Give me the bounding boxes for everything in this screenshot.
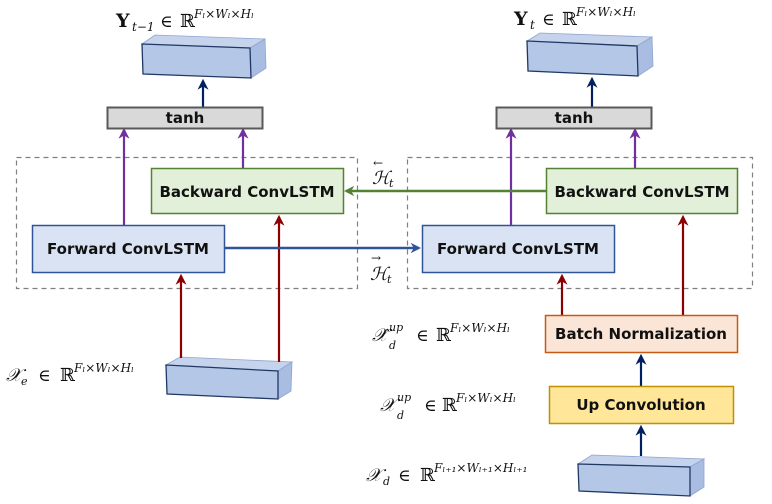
svg-text:∈: ∈: [424, 396, 437, 416]
tanh-left: tanh: [106, 106, 264, 130]
batch-normalization: Batch Normalization: [544, 314, 739, 354]
forward-convlstm-left: Forward ConvLSTM: [31, 224, 226, 274]
svg-text:Y: Y: [513, 8, 528, 30]
svg-text:→: →: [371, 251, 381, 265]
svg-text:d: d: [389, 339, 396, 352]
svg-text:Fₗ×Wₗ×Hₗ: Fₗ×Wₗ×Hₗ: [455, 391, 516, 405]
backward-convlstm-right: Backward ConvLSTM: [545, 167, 739, 215]
svg-text:Fₗ×Wₗ×Hₗ: Fₗ×Wₗ×Hₗ: [73, 361, 134, 375]
svg-text:Fₗ×Wₗ×Hₗ: Fₗ×Wₗ×Hₗ: [193, 7, 254, 21]
label-h-backward: ← ℋ t: [372, 156, 394, 190]
svg-text:d: d: [397, 409, 404, 422]
backward-convlstm-right-label: Backward ConvLSTM: [554, 183, 729, 201]
tensor-y-curr: [525, 32, 654, 77]
svg-text:t: t: [389, 177, 394, 190]
batch-normalization-label: Batch Normalization: [555, 325, 727, 343]
svg-text:up: up: [389, 321, 403, 334]
svg-text:∈: ∈: [160, 12, 173, 32]
label-h-forward: → ℋ t: [370, 251, 392, 286]
tensor-x-e: [164, 356, 294, 400]
svg-text:Y: Y: [115, 10, 130, 32]
label-x-d-up: 𝒳 up d ∈ ℝ Fₗ×Wₗ×Hₗ: [380, 391, 516, 422]
svg-text:∈: ∈: [416, 326, 429, 346]
backward-convlstm-left-label: Backward ConvLSTM: [159, 183, 334, 201]
svg-text:up: up: [397, 391, 411, 404]
tanh-right-label: tanh: [555, 109, 594, 127]
svg-text:t: t: [387, 273, 392, 286]
svg-text:∈: ∈: [38, 366, 51, 386]
tensor-x-d: [576, 454, 706, 497]
tanh-right: tanh: [495, 106, 653, 130]
tensor-y-prev: [140, 34, 267, 79]
label-x-d-up-hat: 𝒳̂ up d ∈ ℝ Fₗ×Wₗ×Hₗ: [372, 321, 510, 352]
svg-text:Fₗ₊₁×Wₗ₊₁×Hₗ₊₁: Fₗ₊₁×Wₗ₊₁×Hₗ₊₁: [433, 461, 527, 475]
label-y-curr: Y t ∈ ℝ Fₗ×Wₗ×Hₗ: [513, 5, 636, 32]
up-convolution: Up Convolution: [548, 385, 735, 425]
svg-text:∈: ∈: [398, 466, 411, 486]
svg-text:d: d: [383, 475, 390, 488]
tanh-left-label: tanh: [166, 109, 205, 127]
svg-text:∈: ∈: [542, 10, 555, 30]
svg-text:t: t: [530, 18, 535, 32]
backward-convlstm-left: Backward ConvLSTM: [150, 167, 345, 215]
svg-text:Fₗ×Wₗ×Hₗ: Fₗ×Wₗ×Hₗ: [575, 5, 636, 19]
forward-convlstm-left-label: Forward ConvLSTM: [47, 240, 209, 258]
diagram-canvas: tanh tanh Backward ConvLSTM Forward Conv…: [6, 5, 754, 497]
label-y-prev: Y t−1 ∈ ℝ Fₗ×Wₗ×Hₗ: [115, 7, 254, 34]
forward-convlstm-right: Forward ConvLSTM: [421, 224, 616, 274]
up-convolution-label: Up Convolution: [576, 396, 705, 414]
forward-convlstm-right-label: Forward ConvLSTM: [437, 240, 599, 258]
label-x-d: 𝒳 d ∈ ℝ Fₗ₊₁×Wₗ₊₁×Hₗ₊₁: [366, 461, 527, 488]
svg-text:e: e: [21, 375, 28, 388]
svg-text:t−1: t−1: [132, 20, 155, 34]
label-x-e: 𝒳 e ∈ ℝ Fₗ×Wₗ×Hₗ: [6, 361, 134, 388]
svg-text:Fₗ×Wₗ×Hₗ: Fₗ×Wₗ×Hₗ: [449, 321, 510, 335]
